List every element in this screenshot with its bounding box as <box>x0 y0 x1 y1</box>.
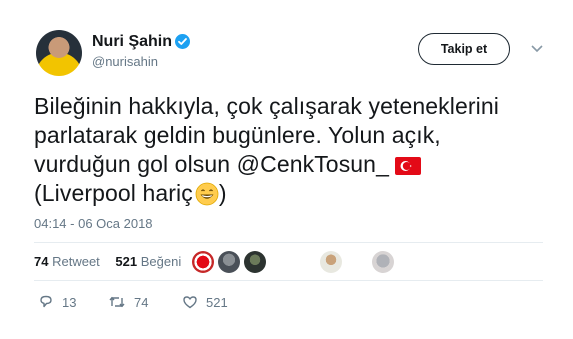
heart-icon <box>183 296 197 309</box>
tweet-line: (Liverpool hariç) <box>34 179 554 208</box>
tweet-line: vurduğun gol olsun @CenkTosun_ <box>34 150 554 179</box>
avatar[interactable] <box>36 30 82 76</box>
retweet-button[interactable]: 74 <box>108 294 148 310</box>
tweet-timestamp[interactable]: 04:14 - 06 Oca 2018 <box>34 216 153 231</box>
user-handle[interactable]: @nurisahin <box>92 54 158 69</box>
likes-count: 521 <box>115 254 138 269</box>
likes-stat[interactable]: 521 Beğeni <box>115 254 181 269</box>
divider <box>34 280 543 281</box>
divider <box>34 242 543 243</box>
liker-avatar[interactable] <box>244 251 266 273</box>
tweet-line-text: (Liverpool hariç <box>34 180 193 206</box>
chevron-down-icon[interactable] <box>529 40 545 56</box>
liker-avatar[interactable] <box>320 251 342 273</box>
tweet-line-text: ) <box>218 180 227 206</box>
like-button[interactable]: 521 <box>182 294 228 310</box>
tweet-line: Bileğinin hakkıyla, çok çalışarak yetene… <box>34 93 499 119</box>
reply-button[interactable]: 13 <box>38 294 76 310</box>
tweet-line-text: vurduğun gol olsun <box>34 151 237 177</box>
follow-button[interactable]: Takip et <box>418 33 510 65</box>
reply-count: 13 <box>62 294 77 310</box>
tweet-card: Nuri Şahin @nurisahin Takip et Bileğinin… <box>0 0 573 339</box>
retweets-count: 74 <box>34 254 49 269</box>
retweet-count: 74 <box>134 294 149 310</box>
liker-avatar[interactable] <box>372 251 394 273</box>
display-name[interactable]: Nuri Şahin <box>92 33 172 51</box>
retweets-stat[interactable]: 74 Retweet <box>34 254 100 269</box>
reply-icon <box>40 295 52 308</box>
retweets-label: Retweet <box>52 254 100 269</box>
tweet-line: parlatarak geldin bugünlere. Yolun açık, <box>34 122 441 148</box>
grinning-face-icon <box>195 182 219 206</box>
likes-label: Beğeni <box>140 254 182 269</box>
turkey-flag-icon <box>394 153 421 175</box>
liker-avatar[interactable] <box>218 251 240 273</box>
liker-avatar[interactable] <box>192 251 214 273</box>
retweet-icon <box>109 296 125 308</box>
tweet-text: Bileğinin hakkıyla, çok çalışarak yetene… <box>34 92 554 208</box>
verified-badge-icon <box>175 34 190 49</box>
engagement-stats: 74 Retweet 521 Beğeni <box>34 254 193 269</box>
mention-link[interactable]: @CenkTosun_ <box>237 151 389 177</box>
like-count: 521 <box>206 294 228 310</box>
